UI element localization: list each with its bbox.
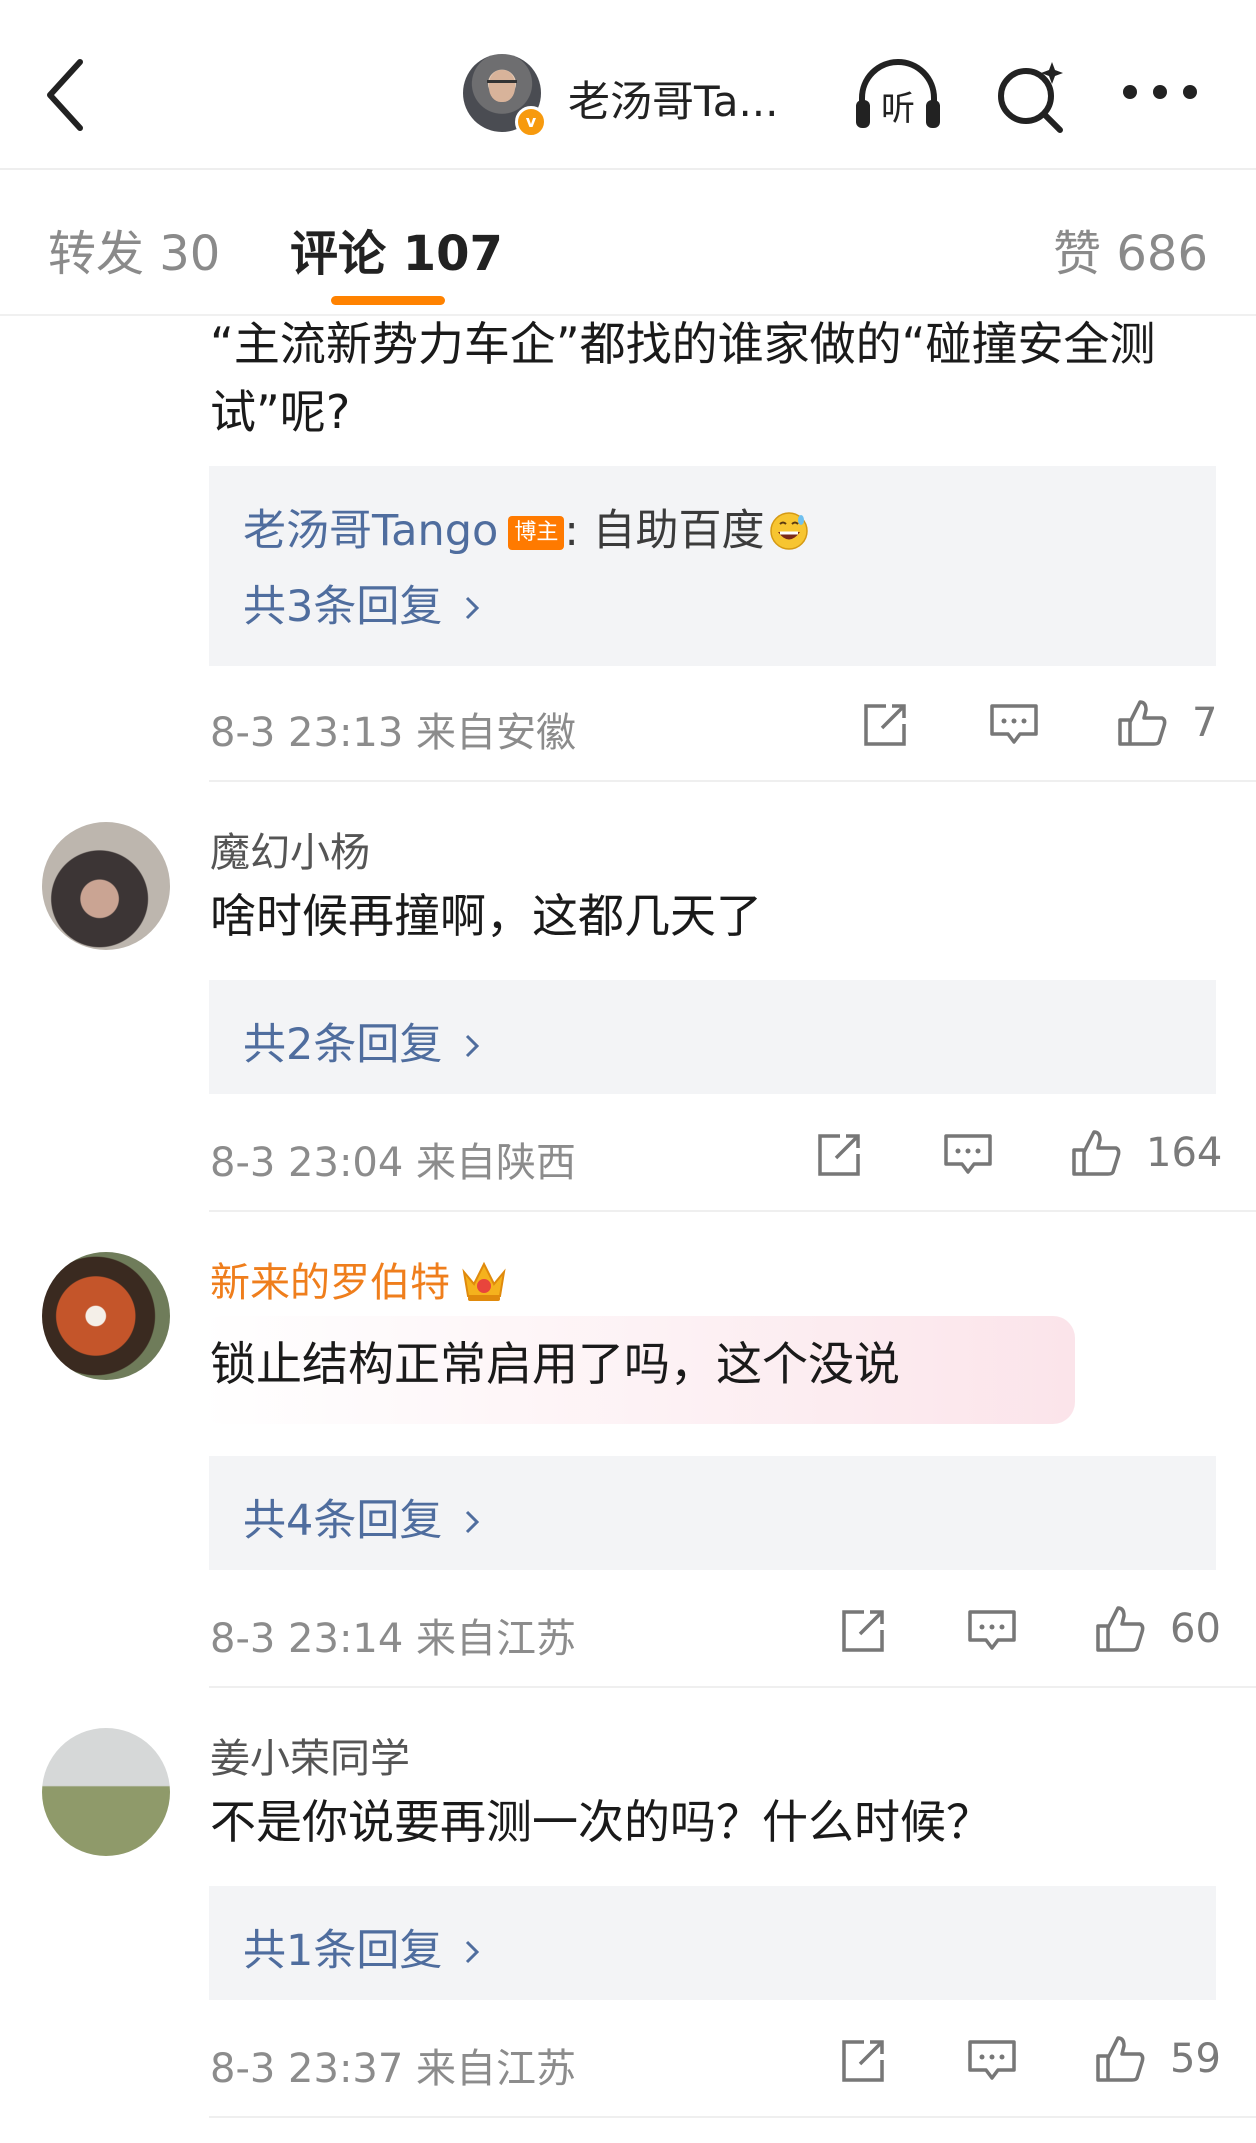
comment-username-vip[interactable]: 新来的罗伯特 (210, 1250, 510, 1308)
more-options-icon[interactable] (1120, 82, 1200, 102)
view-replies-link[interactable]: 共4条回复 (243, 1486, 480, 1548)
listen-label: 听 (881, 89, 915, 129)
chevron-right-icon (466, 1034, 480, 1058)
comment-reply-icon[interactable] (966, 2036, 1018, 2086)
chevron-right-icon (466, 1510, 480, 1534)
like-thumb-icon[interactable] (1116, 698, 1168, 748)
search-icon[interactable] (994, 58, 1070, 134)
listen-headphones-icon[interactable]: 听 (852, 54, 944, 134)
tab-repost[interactable]: 转发 30 (48, 214, 220, 284)
chevron-right-icon (466, 596, 480, 620)
like-count: 60 (1170, 1606, 1221, 1652)
reply-preview-box[interactable]: 共4条回复 (209, 1456, 1216, 1570)
comment-meta: 8-3 23:14 来自江苏 (210, 1616, 577, 1662)
tab-like[interactable]: 赞 686 (1053, 214, 1208, 284)
reply-preview-line: 老汤哥Tango 博主: 自助百度 (243, 496, 809, 558)
share-icon[interactable] (838, 1606, 890, 1656)
reply-preview-box[interactable]: 老汤哥Tango 博主: 自助百度 共3条回复 (209, 466, 1216, 666)
blogger-tag: 博主 (508, 516, 565, 550)
view-replies-link[interactable]: 共1条回复 (243, 1916, 480, 1978)
comment-meta: 8-3 23:13 来自安徽 (210, 710, 577, 756)
like-count: 7 (1192, 700, 1218, 746)
like-count: 59 (1170, 2036, 1221, 2082)
author-avatar[interactable]: v (463, 54, 547, 138)
share-icon[interactable] (860, 700, 912, 750)
back-arrow-icon[interactable] (38, 50, 98, 140)
verified-badge-icon: v (515, 106, 547, 138)
like-count: 164 (1146, 1130, 1223, 1176)
comment-separator (209, 1210, 1256, 1212)
user-avatar[interactable] (42, 822, 170, 950)
tab-comment[interactable]: 评论 107 (290, 214, 503, 284)
comment-username[interactable]: 姜小荣同学 (210, 1726, 410, 1784)
user-avatar[interactable] (42, 1728, 170, 1856)
comment-text: “主流新势力车企”都找的谁家做的“碰撞安全测试”呢? (210, 317, 1156, 439)
comment-text: 锁止结构正常启用了吗，这个没说 (210, 1337, 900, 1391)
view-replies-link[interactable]: 共3条回复 (243, 572, 480, 634)
comment-username[interactable]: 魔幻小杨 (210, 820, 370, 878)
comment-meta: 8-3 23:04 来自陕西 (210, 1140, 577, 1186)
active-tab-indicator (331, 296, 445, 305)
avatar-glasses (487, 80, 517, 89)
reply-author[interactable]: 老汤哥Tango (243, 506, 498, 556)
like-thumb-icon[interactable] (1070, 1128, 1122, 1178)
comment-reply-icon[interactable] (966, 1606, 1018, 1656)
view-replies-label: 共4条回复 (243, 1496, 443, 1546)
reply-preview-box[interactable]: 共2条回复 (209, 980, 1216, 1094)
comment-reply-icon[interactable] (942, 1130, 994, 1180)
crown-icon (462, 1261, 506, 1301)
username-label: 新来的罗伯特 (210, 1260, 450, 1306)
grinning-sweat-emoji-icon (769, 512, 808, 550)
comment-text: 啥时候再撞啊，这都几天了 (210, 889, 762, 943)
like-thumb-icon[interactable] (1094, 1604, 1146, 1654)
author-name[interactable]: 老汤哥Ta... (568, 68, 779, 129)
view-replies-label: 共3条回复 (243, 582, 443, 632)
top-bar: v 老汤哥Ta... 听 (0, 0, 1256, 168)
reply-text: : 自助百度 (564, 506, 765, 556)
comment-text: 不是你说要再测一次的吗？什么时候？ (210, 1795, 992, 1849)
comment-separator (209, 2116, 1256, 2118)
view-replies-label: 共1条回复 (243, 1926, 443, 1976)
share-icon[interactable] (814, 1130, 866, 1180)
comment-separator (209, 780, 1256, 782)
comment-meta: 8-3 23:37 来自江苏 (210, 2046, 577, 2092)
comment-reply-icon[interactable] (988, 700, 1040, 750)
like-thumb-icon[interactable] (1094, 2034, 1146, 2084)
header-divider (0, 168, 1256, 170)
comment-separator (209, 1686, 1256, 1688)
chevron-right-icon (466, 1940, 480, 1964)
view-replies-label: 共2条回复 (243, 1020, 443, 1070)
user-avatar[interactable] (42, 1252, 170, 1380)
reply-preview-box[interactable]: 共1条回复 (209, 1886, 1216, 2000)
view-replies-link[interactable]: 共2条回复 (243, 1010, 480, 1072)
share-icon[interactable] (838, 2036, 890, 2086)
